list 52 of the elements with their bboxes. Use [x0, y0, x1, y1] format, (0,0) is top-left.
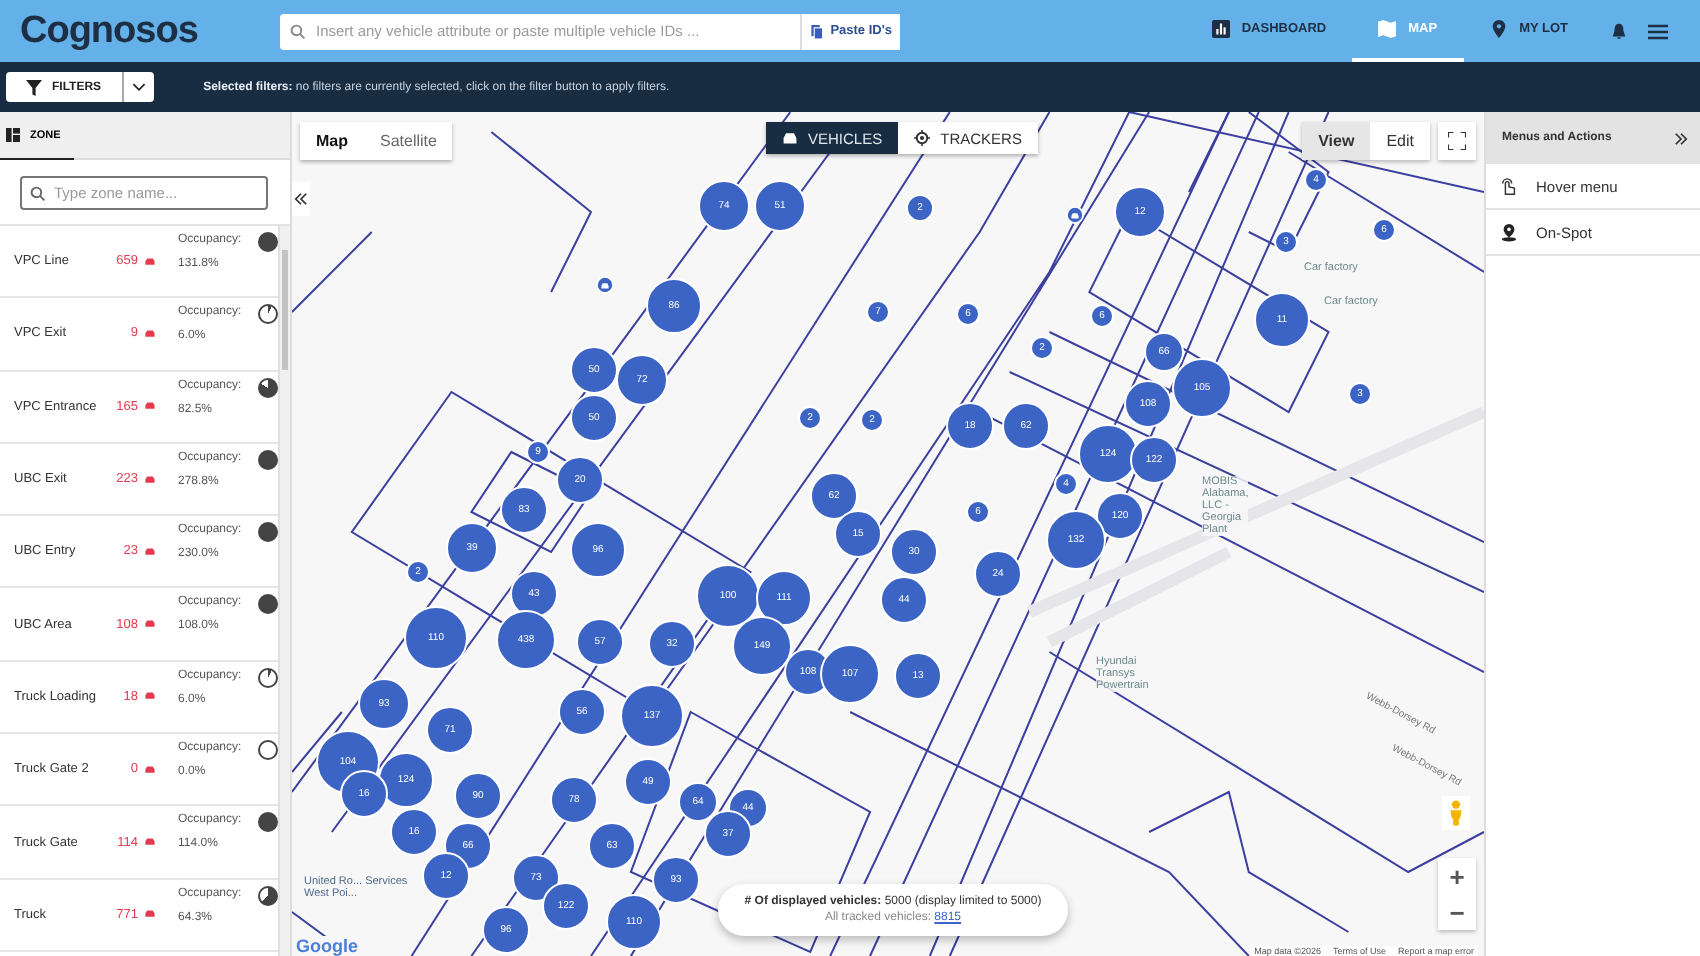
- car-icon: [782, 130, 798, 146]
- location-pin-icon: [1489, 20, 1508, 38]
- map-type-tab[interactable]: Satellite: [364, 122, 453, 160]
- zoom-out-button[interactable]: −: [1438, 894, 1476, 930]
- car-icon: [144, 329, 156, 338]
- car-icon: [144, 475, 156, 484]
- car-icon: [144, 547, 156, 556]
- vehicle-marker-icon[interactable]: [1066, 206, 1084, 224]
- crosshair-icon: [914, 130, 931, 146]
- view-mode-tab[interactable]: Edit: [1370, 122, 1430, 160]
- fullscreen-button[interactable]: [1438, 122, 1476, 160]
- occupancy-pie-icon: [258, 667, 278, 688]
- menu-icon[interactable]: [1648, 23, 1668, 39]
- occupancy-pie-icon: [258, 812, 278, 833]
- occupancy-pie-icon: [258, 740, 278, 761]
- location-pin-icon: [1500, 223, 1518, 241]
- car-icon: [144, 838, 156, 847]
- grid-icon: [6, 128, 20, 142]
- google-logo: Google: [296, 936, 358, 956]
- zoom-in-button[interactable]: +: [1438, 858, 1476, 894]
- occupancy-pie-icon: [258, 304, 278, 325]
- map-type-tab[interactable]: Map: [300, 122, 364, 160]
- occupancy-pie-icon: [258, 232, 278, 252]
- occupancy-pie-icon: [258, 377, 278, 398]
- search-icon: [290, 23, 306, 39]
- scrollbar[interactable]: [278, 226, 290, 956]
- dropdown-button[interactable]: [121, 72, 154, 102]
- map-icon: [1378, 20, 1397, 38]
- car-icon: [144, 910, 156, 919]
- car-icon: [144, 257, 156, 266]
- car-icon: [144, 402, 156, 411]
- bell-icon[interactable]: [1610, 22, 1628, 40]
- filter-icon: [26, 79, 42, 95]
- hand-pointer-icon: [1500, 177, 1518, 195]
- chart-icon: [1211, 20, 1230, 38]
- view-mode-tab[interactable]: View: [1302, 122, 1371, 160]
- caret-icon: [131, 82, 146, 92]
- copy-icon: [810, 23, 825, 39]
- collapse-sidebar-button[interactable]: [292, 182, 310, 216]
- fullscreen-icon: [1448, 132, 1466, 150]
- occupancy-pie-icon: [258, 885, 278, 906]
- vehicle-marker-icon[interactable]: [596, 276, 614, 294]
- car-icon: [144, 692, 156, 701]
- car-icon: [144, 620, 156, 629]
- occupancy-pie-icon: [258, 594, 278, 615]
- double-chevron-right-icon[interactable]: [1674, 131, 1688, 145]
- occupancy-pie-icon: [258, 449, 278, 470]
- search-icon: [30, 185, 46, 201]
- double-chevron-left-icon: [294, 192, 308, 206]
- logo: Cognosos: [20, 9, 200, 53]
- car-icon: [144, 765, 156, 774]
- occupancy-pie-icon: [258, 522, 278, 543]
